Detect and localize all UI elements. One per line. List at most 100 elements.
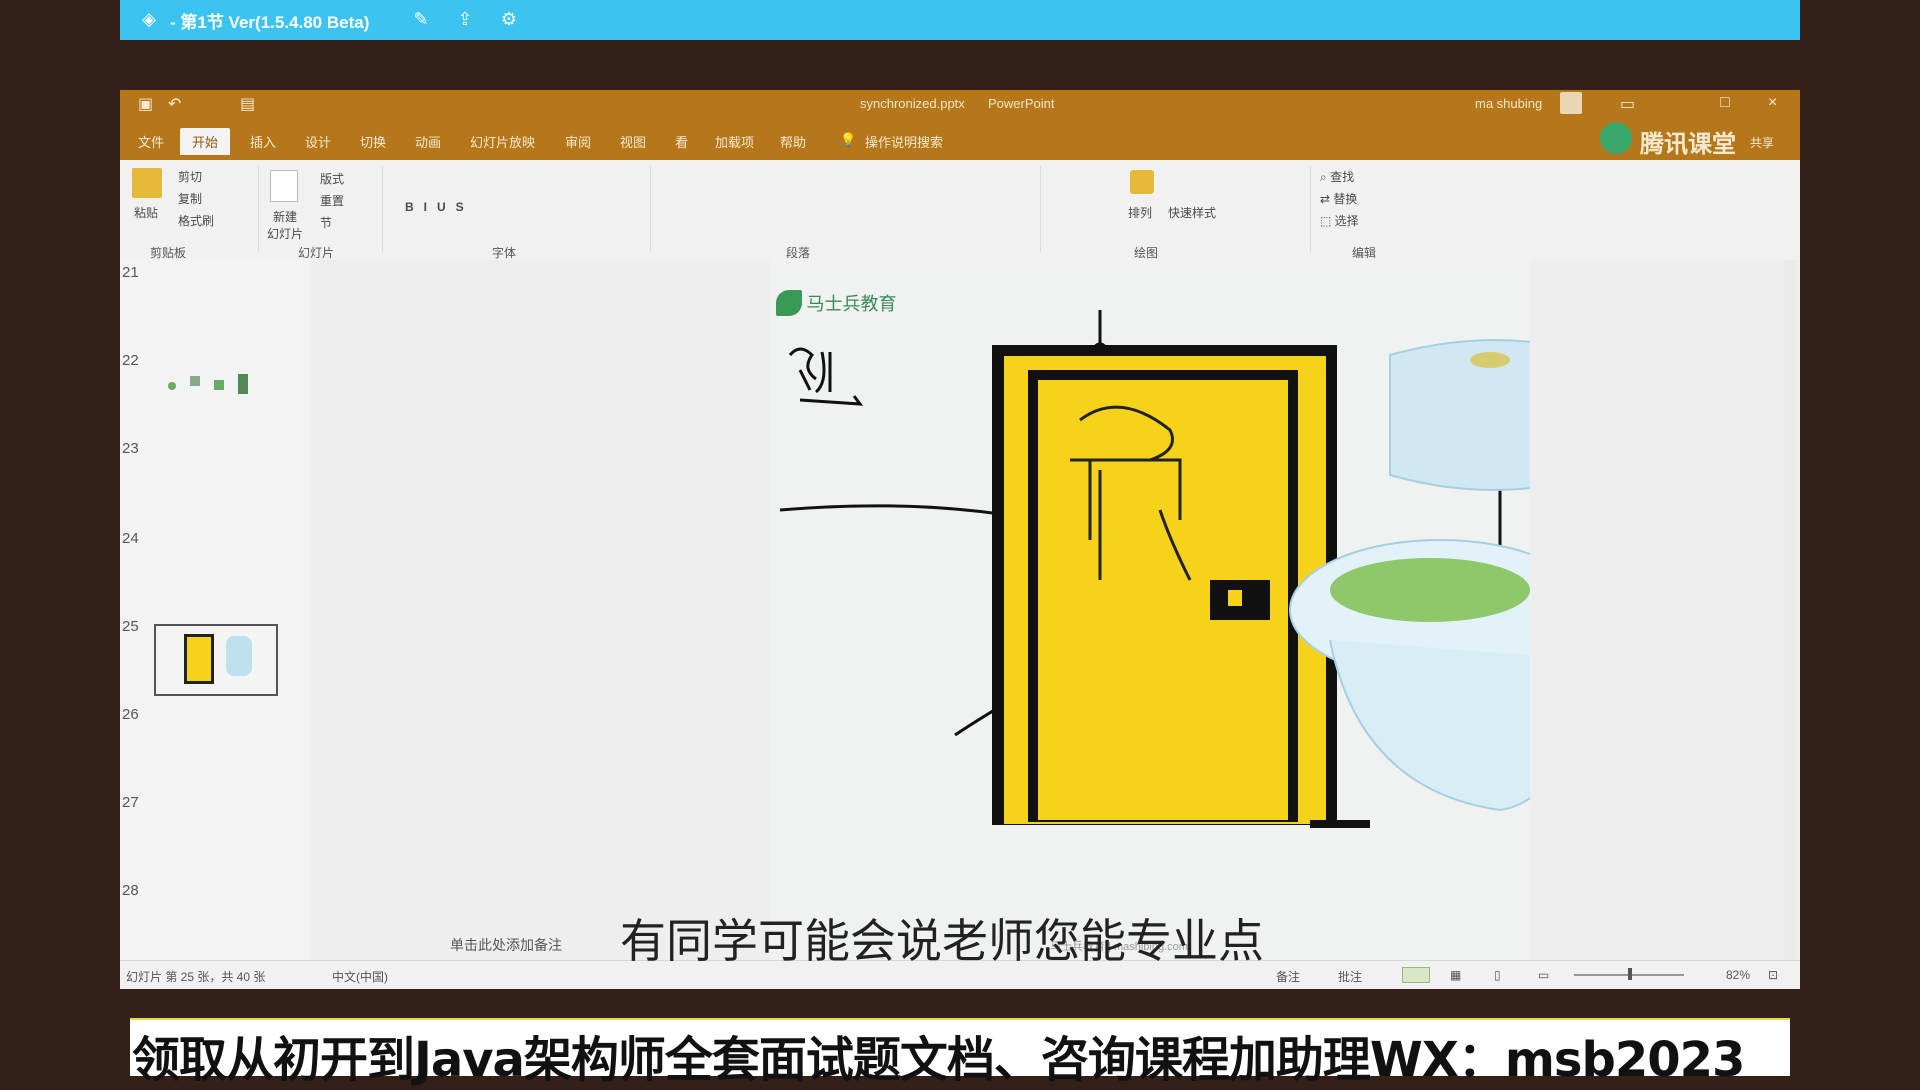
file-name: synchronized.pptx bbox=[860, 96, 965, 111]
tab-slideshow[interactable]: 幻灯片放映 bbox=[470, 132, 535, 151]
group-font: 字体 bbox=[492, 246, 517, 260]
slide-count: 幻灯片 第 25 张，共 40 张 bbox=[126, 970, 266, 984]
group-paragraph: 段落 bbox=[786, 246, 811, 260]
recorder-logo-icon: ◈ bbox=[142, 9, 156, 29]
user-name: ma shubing bbox=[1475, 96, 1543, 111]
arrange-icon[interactable] bbox=[1130, 170, 1154, 194]
language[interactable]: 中文(中国) bbox=[332, 968, 388, 985]
slide-number: 22 bbox=[122, 352, 139, 369]
tab-transitions[interactable]: 切换 bbox=[360, 132, 386, 151]
recorder-bar: ◈ - 第1节 Ver(1.5.4.80 Beta) ✎ ⇪ ⚙ bbox=[120, 0, 1800, 40]
lock-hole bbox=[1228, 590, 1242, 606]
normal-view-icon[interactable] bbox=[1402, 967, 1430, 983]
replace-button[interactable]: ⇄ 替换 bbox=[1320, 190, 1357, 207]
group-clipboard: 剪贴板 bbox=[150, 246, 187, 260]
select-label: 选择 bbox=[1334, 214, 1359, 228]
tab-help[interactable]: 帮助 bbox=[780, 132, 806, 151]
edit-icon[interactable]: ✎ bbox=[410, 8, 432, 30]
title-bar: ▣ ↶ ▤ synchronized.pptx PowerPoint ma sh… bbox=[120, 90, 1800, 160]
door-floor bbox=[1310, 820, 1370, 828]
reading-view-icon[interactable]: ▯ bbox=[1494, 968, 1501, 982]
font-style-buttons[interactable]: BIUS bbox=[405, 200, 474, 214]
tab-view[interactable]: 视图 bbox=[620, 132, 646, 151]
recorder-title: - 第1节 Ver(1.5.4.80 Beta) bbox=[170, 13, 370, 32]
save-icon[interactable]: ▣ bbox=[138, 94, 153, 114]
section-button[interactable]: 节 bbox=[320, 214, 332, 231]
slide-number: 26 bbox=[122, 706, 139, 723]
find-button[interactable]: ⌕ 查找 bbox=[1320, 168, 1354, 185]
tab-design[interactable]: 设计 bbox=[305, 132, 331, 151]
ink-text bbox=[788, 347, 864, 406]
tab-home[interactable]: 开始 bbox=[180, 128, 231, 155]
slide-thumbnail-22[interactable] bbox=[168, 372, 248, 402]
arrange-button[interactable]: 排列 bbox=[1128, 204, 1152, 221]
slide-thumbnail-25-selected[interactable] bbox=[154, 624, 278, 696]
slide-canvas[interactable]: 马士兵教育 马士兵教育 | mashibing.com bbox=[770, 260, 1530, 960]
settings-icon[interactable]: ⚙ bbox=[498, 8, 520, 30]
divider bbox=[382, 166, 383, 252]
slide-thumbnail-pane: 21 22 23 24 25 26 27 28 bbox=[120, 260, 310, 960]
divider bbox=[1040, 166, 1041, 252]
lightbulb-icon: 💡 bbox=[840, 132, 857, 147]
slide-number: 21 bbox=[122, 264, 139, 281]
comments-button[interactable]: 批注 bbox=[1338, 968, 1362, 985]
promo-banner: 领取从初开到Java架构师全套面试题文档、咨询课程加助理WX：msb2023 bbox=[130, 1020, 1790, 1088]
new-slide-icon[interactable] bbox=[270, 170, 298, 202]
ribbon: 粘贴 剪切 复制 格式刷 新建 幻灯片 版式 重置 节 BIUS 排列 快速样式… bbox=[120, 160, 1800, 261]
divider bbox=[650, 166, 651, 252]
notes-placeholder[interactable]: 单击此处添加备注 bbox=[450, 935, 562, 955]
quick-styles-button[interactable]: 快速样式 bbox=[1168, 204, 1216, 221]
fit-to-window-icon[interactable]: ⊡ bbox=[1768, 968, 1778, 982]
divider bbox=[258, 166, 259, 252]
replace-label: 替换 bbox=[1333, 192, 1358, 206]
new-slide-button[interactable]: 新建 幻灯片 bbox=[260, 208, 310, 242]
zoom-slider-thumb[interactable] bbox=[1628, 968, 1632, 980]
paste-label[interactable]: 粘贴 bbox=[134, 204, 158, 221]
reset-button[interactable]: 重置 bbox=[320, 192, 344, 209]
share-icon[interactable]: ⇪ bbox=[454, 8, 476, 30]
slide-number: 27 bbox=[122, 794, 139, 811]
tab-animations[interactable]: 动画 bbox=[415, 132, 441, 151]
group-slides: 幻灯片 bbox=[298, 246, 335, 260]
powerpoint-window: ▣ ↶ ▤ synchronized.pptx PowerPoint ma sh… bbox=[120, 90, 1800, 989]
slide-number: 24 bbox=[122, 530, 139, 547]
notes-button[interactable]: 备注 bbox=[1276, 968, 1300, 985]
slide-number: 25 bbox=[122, 618, 139, 635]
slide-number: 23 bbox=[122, 440, 139, 457]
tell-me-search[interactable]: 操作说明搜索 bbox=[865, 132, 943, 151]
ribbon-options-icon[interactable]: ▭ bbox=[1620, 94, 1635, 114]
maximize-icon[interactable]: □ bbox=[1720, 94, 1730, 112]
undo-icon[interactable]: ↶ bbox=[168, 94, 181, 114]
tab-file[interactable]: 文件 bbox=[138, 132, 164, 151]
slide-drawing: 马士兵教育 | mashibing.com bbox=[779, 310, 1530, 953]
select-button[interactable]: ⬚ 选择 bbox=[1320, 212, 1359, 229]
divider bbox=[1310, 166, 1311, 252]
tab-extra[interactable]: 看 bbox=[675, 132, 688, 151]
customize-icon[interactable]: ▤ bbox=[240, 94, 255, 114]
group-drawing: 绘图 bbox=[1134, 246, 1159, 260]
brand-text: 腾讯课堂 bbox=[1640, 131, 1736, 158]
sorter-view-icon[interactable]: ▦ bbox=[1450, 968, 1461, 982]
slideshow-view-icon[interactable]: ▭ bbox=[1538, 968, 1549, 982]
close-icon[interactable]: × bbox=[1768, 94, 1777, 112]
tab-insert[interactable]: 插入 bbox=[250, 132, 276, 151]
app-name: PowerPoint bbox=[988, 96, 1055, 111]
share-button[interactable]: 共享 bbox=[1750, 134, 1774, 151]
zoom-level[interactable]: 82% bbox=[1726, 968, 1750, 982]
video-subtitle: 有同学可能会说老师您能专业点 bbox=[620, 914, 1264, 968]
layout-button[interactable]: 版式 bbox=[320, 170, 344, 187]
cut-button[interactable]: 剪切 bbox=[178, 168, 202, 185]
brand-watermark: 腾讯课堂 共享 bbox=[1600, 120, 1790, 158]
tab-review[interactable]: 审阅 bbox=[565, 132, 591, 151]
tab-addins[interactable]: 加载项 bbox=[715, 132, 754, 151]
group-editing: 编辑 bbox=[1352, 246, 1377, 260]
avatar[interactable] bbox=[1560, 92, 1582, 114]
format-painter-button[interactable]: 格式刷 bbox=[178, 212, 214, 229]
slide-number: 28 bbox=[122, 882, 139, 899]
tencent-classroom-logo-icon bbox=[1600, 122, 1632, 154]
paste-icon[interactable] bbox=[132, 168, 162, 198]
vertical-scrollbar[interactable] bbox=[1784, 260, 1796, 960]
ink-arrow bbox=[779, 504, 1008, 516]
slide-editing-area: 马士兵教育 马士兵教育 | mashibing.com 单击此处添加备注 bbox=[310, 260, 1800, 960]
copy-button[interactable]: 复制 bbox=[178, 190, 202, 207]
